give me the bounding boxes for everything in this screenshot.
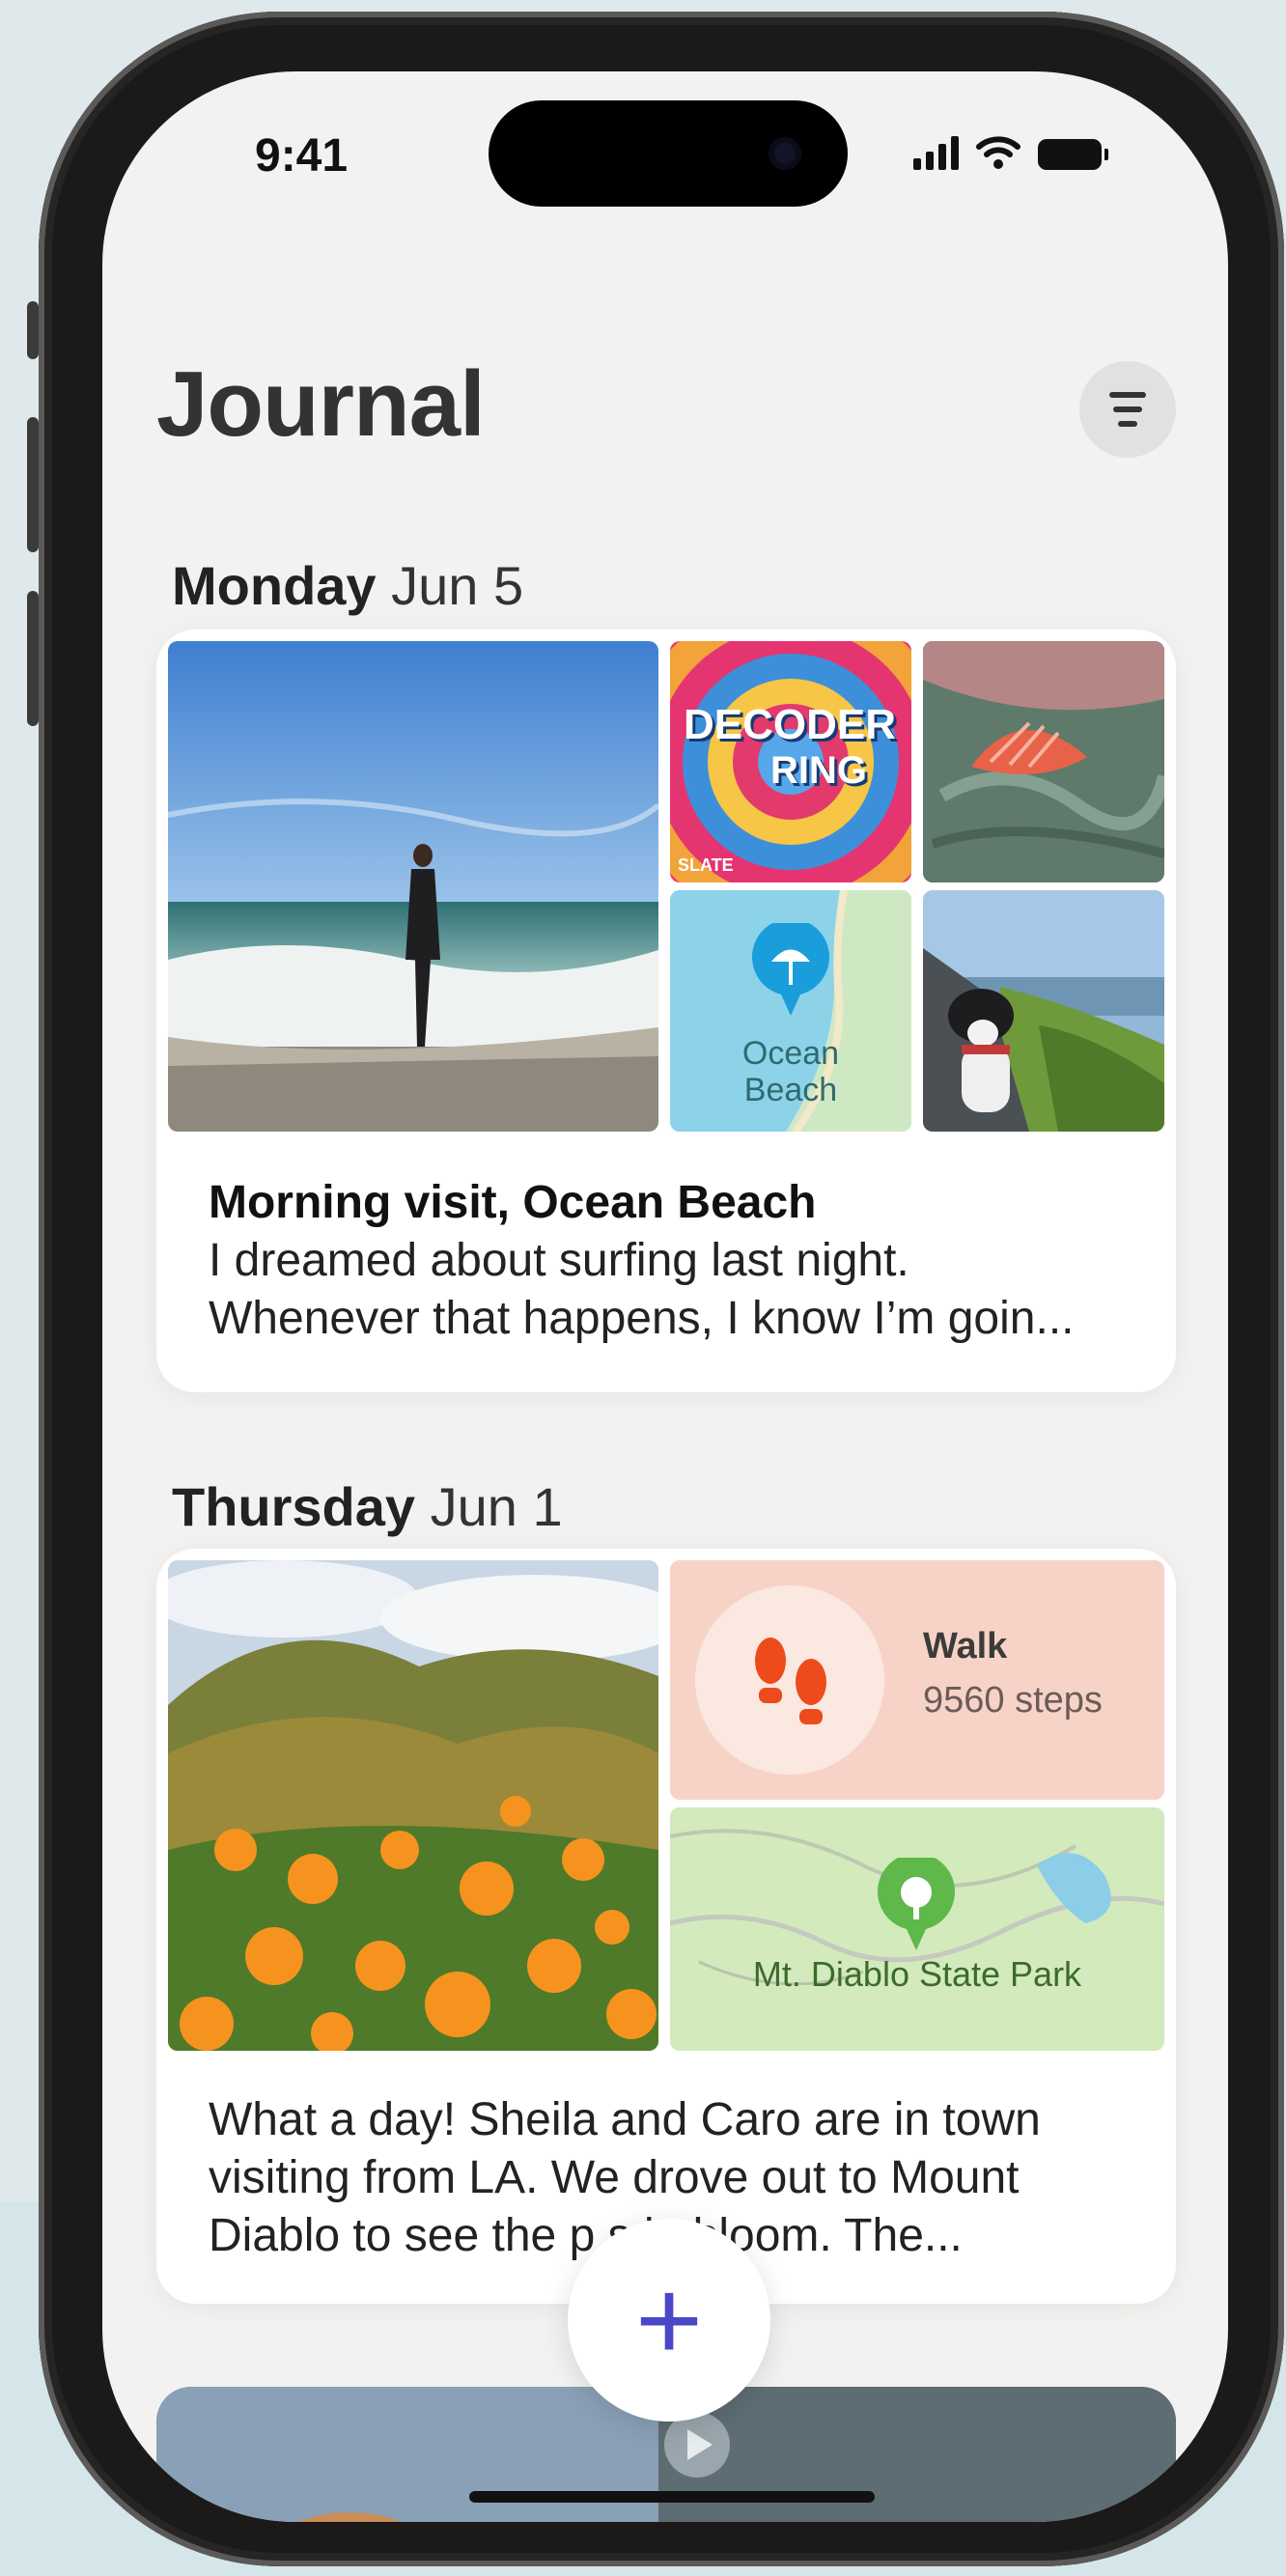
signal-icon [913, 135, 959, 170]
battery-icon [1038, 139, 1108, 170]
workout-card[interactable]: Walk 9560 steps [670, 1560, 1164, 1800]
poppies-photo[interactable] [168, 1560, 658, 2051]
filter-button[interactable] [1079, 361, 1176, 458]
status-icons [913, 135, 1108, 170]
entry-date-day: Monday [172, 555, 377, 616]
entry-date-rest: Jun 1 [415, 1476, 563, 1537]
workout-title: Walk [923, 1626, 1008, 1666]
poppies-photo-image [168, 1560, 658, 2051]
mt-diablo-map[interactable]: Mt. Diablo State Park [670, 1807, 1164, 2051]
page-title: Journal [156, 352, 486, 456]
entry-excerpt: I dreamed about surfing last night. When… [209, 1235, 1075, 1344]
journal-entry-card[interactable]: DECODER RING SLATE Ocean Beach Morning v… [156, 630, 1176, 1392]
workout-steps: 9560 steps [923, 1680, 1103, 1721]
ocean-beach-map[interactable]: Ocean Beach [670, 890, 911, 1132]
front-camera [769, 137, 801, 170]
entry-title: Morning visit, Ocean Beach [209, 1177, 817, 1228]
dog-photo[interactable] [923, 890, 1164, 1132]
entry-date: Monday Jun 5 [172, 554, 523, 617]
park-tree-pin-icon [878, 1858, 955, 1950]
dog-photo-image [923, 890, 1164, 1132]
filter-lines-icon [1109, 392, 1146, 398]
footprints-icon [755, 1638, 826, 1724]
beach-photo-image [168, 641, 658, 1132]
plus-icon: + [634, 2255, 704, 2385]
new-entry-button[interactable]: + [568, 2219, 770, 2422]
seashell-photo-image [923, 641, 1164, 882]
entry-date-day: Thursday [172, 1476, 416, 1537]
podcast-publisher: SLATE [678, 855, 734, 875]
map-place-label: Ocean Beach [741, 1035, 840, 1108]
volume-down-button [27, 591, 39, 726]
home-indicator [469, 2491, 875, 2503]
beach-photo[interactable] [168, 641, 658, 1132]
seashell-photo[interactable] [923, 641, 1164, 882]
dynamic-island [489, 100, 848, 207]
entry-date-rest: Jun 5 [376, 555, 524, 616]
workout-icon-circle [695, 1585, 884, 1775]
map-place-label: Mt. Diablo State Park [752, 1954, 1082, 1994]
volume-up-button [27, 417, 39, 552]
status-time: 9:41 [255, 130, 349, 182]
journal-entry-card[interactable]: Walk 9560 steps Mt. Diablo State Park Wh… [156, 1549, 1176, 2304]
entry-date: Thursday Jun 1 [172, 1475, 563, 1538]
wifi-icon [976, 136, 1020, 169]
beach-umbrella-pin-icon [752, 923, 829, 1016]
action-button [27, 301, 39, 359]
podcast-title-line2: RING [770, 749, 867, 792]
podcast-artwork[interactable]: DECODER RING SLATE [670, 641, 911, 882]
podcast-title-line1: DECODER [684, 701, 897, 748]
screen: 9:41 Journal Monday Jun 5 DECODER RING S… [102, 71, 1228, 2522]
